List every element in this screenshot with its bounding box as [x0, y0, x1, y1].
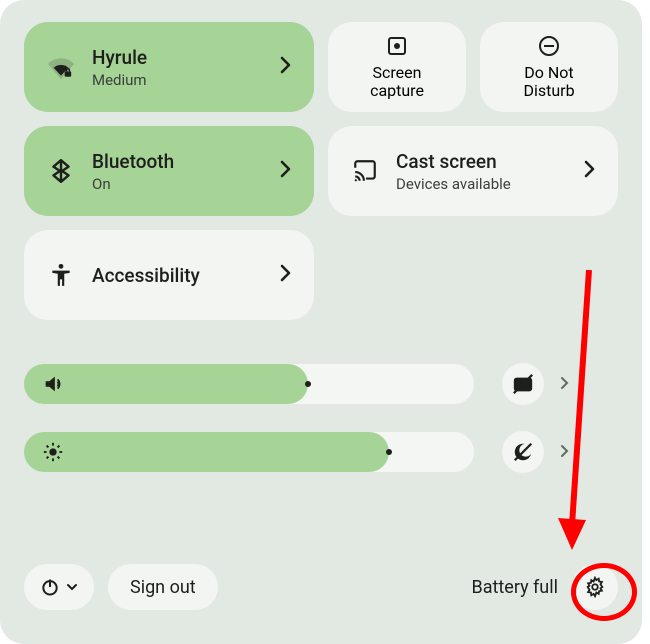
sign-out-label: Sign out	[130, 577, 196, 598]
chevron-right-icon[interactable]	[560, 375, 570, 394]
brightness-row	[24, 432, 618, 472]
wifi-title: Hyrule	[92, 46, 147, 69]
wifi-tile[interactable]: Hyrule Medium	[24, 22, 314, 112]
power-menu-button[interactable]	[24, 564, 94, 610]
bluetooth-icon	[48, 158, 74, 184]
chevron-right-icon	[280, 264, 292, 287]
accessibility-title: Accessibility	[92, 264, 200, 287]
battery-status: Battery full	[471, 577, 558, 598]
cast-icon	[352, 158, 378, 184]
gear-icon	[584, 576, 606, 598]
chevron-right-icon	[280, 56, 292, 79]
footer: Sign out Battery full	[24, 564, 618, 610]
bluetooth-sub: On	[92, 175, 174, 193]
volume-icon	[42, 373, 64, 395]
screen-capture-icon	[385, 34, 409, 58]
accessibility-tile[interactable]: Accessibility	[24, 230, 314, 320]
volume-row	[24, 364, 618, 404]
row-1: Hyrule Medium Screencapture Do NotDistur…	[24, 22, 618, 112]
settings-button[interactable]	[572, 564, 618, 610]
dnd-icon	[537, 34, 561, 58]
wifi-sub: Medium	[92, 71, 147, 89]
sliders-section	[24, 364, 618, 472]
chevron-right-icon	[280, 160, 292, 183]
chevron-right-icon	[584, 160, 596, 183]
brightness-icon	[42, 441, 64, 463]
quick-settings-panel: Hyrule Medium Screencapture Do NotDistur…	[0, 0, 642, 644]
bluetooth-tile[interactable]: Bluetooth On	[24, 126, 314, 216]
cast-sub: Devices available	[396, 175, 511, 193]
volume-slider[interactable]	[24, 364, 474, 404]
nightlight-toggle[interactable]	[502, 431, 544, 473]
screen-capture-label: Screencapture	[370, 64, 424, 101]
dnd-tile[interactable]: Do NotDisturb	[480, 22, 618, 112]
bluetooth-title: Bluetooth	[92, 150, 174, 173]
screen-capture-tile[interactable]: Screencapture	[328, 22, 466, 112]
chevron-down-icon	[66, 581, 78, 593]
accessibility-icon	[48, 262, 74, 288]
chevron-right-icon[interactable]	[560, 443, 570, 462]
cast-tile[interactable]: Cast screen Devices available	[328, 126, 618, 216]
cast-title: Cast screen	[396, 150, 511, 173]
captions-toggle[interactable]	[502, 363, 544, 405]
power-icon	[40, 577, 60, 597]
dnd-label: Do NotDisturb	[523, 64, 574, 101]
sign-out-button[interactable]: Sign out	[108, 564, 218, 610]
row-2: Bluetooth On Cast screen Devices availab…	[24, 126, 618, 216]
row-3: Accessibility	[24, 230, 618, 320]
brightness-slider[interactable]	[24, 432, 474, 472]
wifi-icon	[48, 54, 74, 80]
